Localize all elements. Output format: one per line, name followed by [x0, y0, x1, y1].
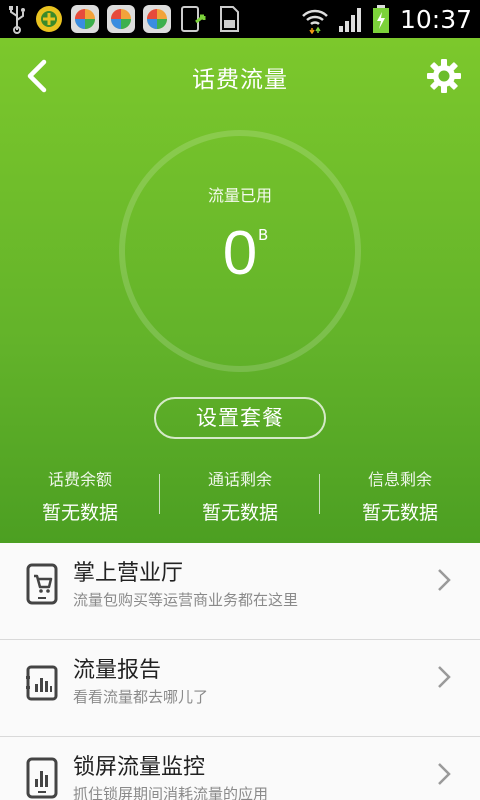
stats-row: 话费余额 暂无数据 通话剩余 暂无数据 信息剩余 暂无数据 [0, 466, 480, 526]
wifi-icon [302, 9, 328, 34]
battery-charging-icon [372, 5, 389, 33]
stat-label: 通话剩余 [207, 470, 272, 489]
chevron-right-icon [438, 569, 451, 591]
lock-chart-icon [26, 757, 58, 799]
status-bar: 10:37 [0, 0, 480, 38]
list-item-title: 掌上营业厅 [73, 561, 184, 586]
divider [319, 474, 320, 514]
app-icon [71, 5, 99, 33]
stat-call-remaining[interactable]: 通话剩余 暂无数据 [160, 466, 320, 526]
divider [159, 474, 160, 514]
stat-value: 暂无数据 [41, 502, 118, 524]
usage-unit: B [258, 226, 269, 244]
page-title: 话费流量 [192, 67, 288, 93]
usb-icon [9, 6, 25, 34]
stat-value: 暂无数据 [361, 502, 438, 524]
app-icon [143, 5, 171, 33]
signal-icon [338, 8, 361, 32]
feature-list: 掌上营业厅 流量包购买等运营商业务都在这里 流量报告 看看流量都去哪儿了 锁屏流… [0, 543, 480, 800]
traffic-header: 话费流量 流量已用 0 B 设置套餐 话费余额 暂无数据 通话剩余 暂无数据 信… [0, 38, 480, 543]
app-icon [36, 6, 62, 32]
chevron-right-icon [438, 763, 451, 785]
sd-card-icon [220, 6, 239, 32]
list-item-title: 锁屏流量监控 [73, 755, 206, 780]
list-item-subtitle: 流量包购买等运营商业务都在这里 [73, 591, 299, 609]
list-item-traffic-report[interactable]: 流量报告 看看流量都去哪儿了 [0, 640, 480, 737]
stat-balance[interactable]: 话费余额 暂无数据 [0, 466, 160, 526]
stat-sms-remaining[interactable]: 信息剩余 暂无数据 [320, 466, 480, 526]
set-plan-button[interactable]: 设置套餐 [154, 397, 326, 439]
transfer-icon [181, 6, 206, 32]
stat-label: 信息剩余 [367, 470, 432, 489]
list-item-subtitle: 看看流量都去哪儿了 [73, 688, 209, 706]
cart-phone-icon [26, 563, 58, 605]
stat-value: 暂无数据 [201, 502, 278, 524]
stat-label: 话费余额 [47, 470, 112, 489]
list-item-subtitle: 抓住锁屏期间消耗流量的应用 [73, 785, 269, 800]
report-chart-icon [26, 665, 58, 701]
chevron-right-icon [438, 666, 451, 688]
list-item-title: 流量报告 [73, 658, 162, 683]
usage-value: 0 [222, 219, 258, 288]
gear-icon[interactable] [424, 56, 464, 96]
list-item-mobile-hall[interactable]: 掌上营业厅 流量包购买等运营商业务都在这里 [0, 543, 480, 640]
list-item-lockscreen-monitor[interactable]: 锁屏流量监控 抓住锁屏期间消耗流量的应用 [0, 737, 480, 800]
usage-label: 流量已用 [207, 186, 272, 205]
status-time: 10:37 [399, 4, 472, 34]
app-icon [107, 5, 135, 33]
